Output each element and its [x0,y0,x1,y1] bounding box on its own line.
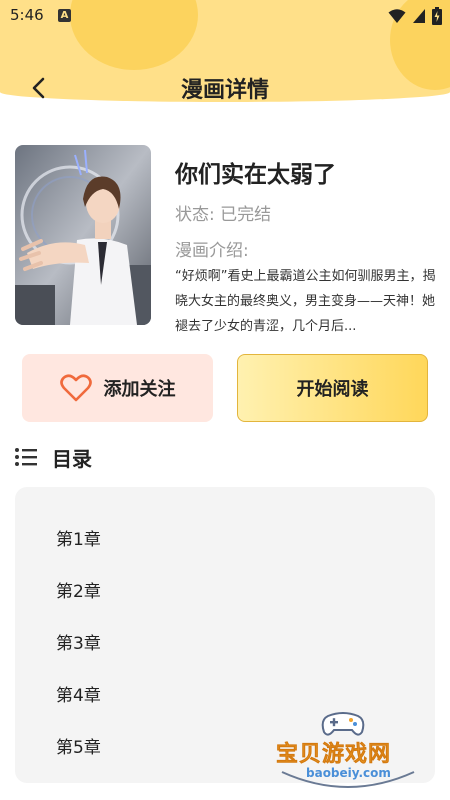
signal-icon [413,9,425,23]
catalog-header: 目录 [14,443,92,471]
notification-icon: A [58,9,71,22]
add-follow-label: 添加关注 [103,379,176,400]
watermark-logo: 宝贝游戏网 baobeiy.com [268,706,428,796]
comic-status: 状态: 已完结 [175,205,272,225]
battery-icon [432,7,442,25]
chapter-item[interactable]: 第2章 [56,577,101,602]
add-follow-button[interactable]: 添加关注 [22,354,213,422]
chapter-item[interactable]: 第1章 [56,525,101,550]
comic-cover-image [15,145,151,325]
chapter-item[interactable]: 第3章 [56,629,101,654]
gamepad-icon [321,712,365,736]
comic-title: 你们实在太弱了 [175,162,336,188]
status-bar: 5:46 A [0,0,450,32]
catalog-title: 目录 [52,446,92,471]
status-icons [388,6,442,26]
wifi-icon [388,9,406,23]
start-reading-button[interactable]: 开始阅读 [237,354,428,422]
intro-text: “好烦啊”看史上最霸道公主如何驯服男主，揭晓大女主的最终奥义，男主变身——天神！… [175,269,436,334]
status-time: 5:46 [10,6,44,24]
chapter-item[interactable]: 第4章 [56,681,101,706]
start-reading-label: 开始阅读 [296,379,369,400]
chapter-item[interactable]: 第5章 [56,733,101,758]
watermark-text: 宝贝游戏网 [276,742,392,768]
list-icon [15,448,37,466]
heart-icon [59,374,92,402]
intro-label: 漫画介绍: [175,241,249,261]
watermark-arc [281,771,415,788]
page-title: 漫画详情 [180,78,269,103]
